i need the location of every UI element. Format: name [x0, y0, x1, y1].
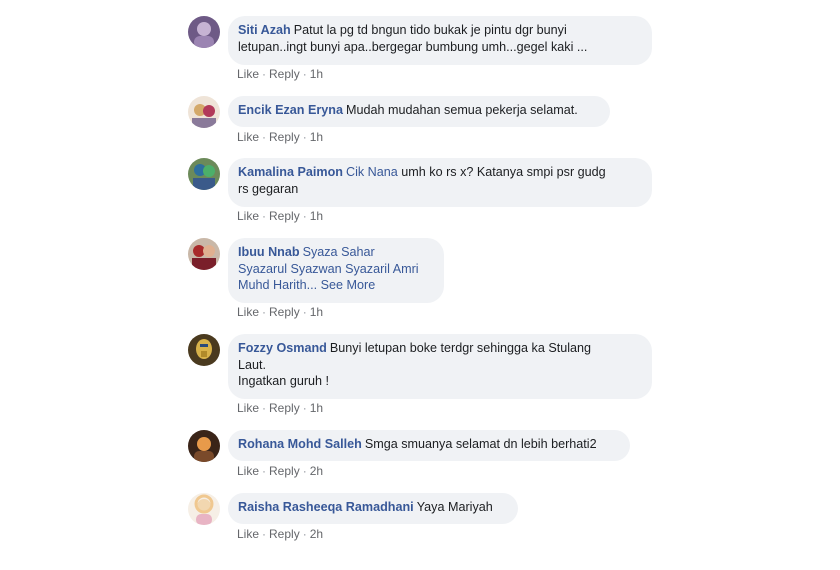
comment-text-line: Ingatkan guruh !	[238, 374, 330, 388]
comment-text: Smga smuanya selamat dn lebih berhati2	[364, 437, 597, 451]
comment-actions: Like · Reply · 1h	[237, 130, 324, 144]
comment-actions: Like · Reply · 1h	[237, 67, 324, 81]
tagged-user[interactable]: Cik Nana	[346, 165, 398, 179]
comment-bubble: Ibuu Nnab Syaza Sahar Syazarul Syazwan Sy…	[228, 238, 444, 303]
author-name[interactable]: Kamalina Paimon	[238, 165, 343, 179]
author-name[interactable]: Rohana Mohd Salleh	[238, 437, 362, 451]
reply-link[interactable]: Reply	[269, 67, 300, 81]
like-link[interactable]: Like	[237, 401, 259, 415]
comment-text: Mudah mudahan semua pekerja selamat.	[346, 103, 578, 117]
comment-text: Yaya Mariyah	[416, 500, 493, 514]
reply-link[interactable]: Reply	[269, 464, 300, 478]
comment-actions: Like · Reply · 1h	[237, 209, 324, 223]
like-link[interactable]: Like	[237, 67, 259, 81]
timestamp[interactable]: 2h	[310, 527, 323, 541]
author-name[interactable]: Raisha Rasheeqa Ramadhani	[238, 500, 414, 514]
timestamp[interactable]: 1h	[310, 401, 323, 415]
timestamp[interactable]: 2h	[310, 464, 323, 478]
avatar[interactable]	[188, 493, 220, 525]
comment-actions: Like · Reply · 2h	[237, 464, 324, 478]
avatar[interactable]	[188, 158, 220, 190]
comments-thread: Siti Azah Patut la pg td bngun tido bukak…	[0, 0, 840, 570]
comment-bubble: Fozzy Osmand Bunyi letupan boke terdgr se…	[228, 334, 652, 399]
comment-text-line: rs gegaran	[238, 181, 299, 196]
comment-bubble: Encik Ezan Eryna Mudah mudahan semua peke…	[228, 96, 610, 127]
reply-link[interactable]: Reply	[269, 130, 300, 144]
like-link[interactable]: Like	[237, 464, 259, 478]
reply-link[interactable]: Reply	[269, 305, 300, 319]
avatar[interactable]	[188, 334, 220, 366]
comment-actions: Like · Reply · 2h	[237, 527, 324, 541]
author-name[interactable]: Siti Azah	[238, 23, 291, 37]
comment-text-line: Laut.	[238, 357, 267, 372]
comment-bubble: Siti Azah Patut la pg td bngun tido bukak…	[228, 16, 652, 65]
reply-link[interactable]: Reply	[269, 209, 300, 223]
timestamp[interactable]: 1h	[310, 305, 323, 319]
avatar[interactable]	[188, 96, 220, 128]
avatar[interactable]	[188, 430, 220, 462]
like-link[interactable]: Like	[237, 130, 259, 144]
comment-actions: Like · Reply · 1h	[237, 401, 324, 415]
timestamp[interactable]: 1h	[310, 130, 323, 144]
comment-actions: Like · Reply · 1h	[237, 305, 324, 319]
tagged-user[interactable]: Muhd Harith...	[238, 278, 317, 292]
tagged-users[interactable]: Syazarul Syazwan Syazaril Amri	[238, 262, 419, 276]
see-more-link[interactable]: See More	[321, 278, 376, 292]
reply-link[interactable]: Reply	[269, 401, 300, 415]
like-link[interactable]: Like	[237, 209, 259, 223]
tagged-user[interactable]: Syaza Sahar	[303, 245, 375, 259]
comment-bubble: Raisha Rasheeqa Ramadhani Yaya Mariyah	[228, 493, 518, 524]
author-name[interactable]: Ibuu Nnab	[238, 245, 300, 259]
avatar[interactable]	[188, 16, 220, 48]
like-link[interactable]: Like	[237, 305, 259, 319]
reply-link[interactable]: Reply	[269, 527, 300, 541]
author-name[interactable]: Fozzy Osmand	[238, 341, 327, 355]
like-link[interactable]: Like	[237, 527, 259, 541]
comment-text-line: umh ko rs x? Katanya smpi psr gudg	[401, 165, 606, 179]
timestamp[interactable]: 1h	[310, 209, 323, 223]
timestamp[interactable]: 1h	[310, 67, 323, 81]
comment-bubble: Rohana Mohd Salleh Smga smuanya selamat d…	[228, 430, 630, 461]
comment-bubble: Kamalina Paimon Cik Nana umh ko rs x? Kat…	[228, 158, 652, 207]
comment-text-line: letupan..ingt bunyi apa..bergegar bumbun…	[238, 39, 588, 54]
comment-text-line: Bunyi letupan boke terdgr sehingga ka St…	[329, 341, 592, 355]
comment-text-line: Patut la pg td bngun tido bukak je pintu…	[293, 23, 567, 37]
avatar[interactable]	[188, 238, 220, 270]
author-name[interactable]: Encik Ezan Eryna	[238, 103, 343, 117]
